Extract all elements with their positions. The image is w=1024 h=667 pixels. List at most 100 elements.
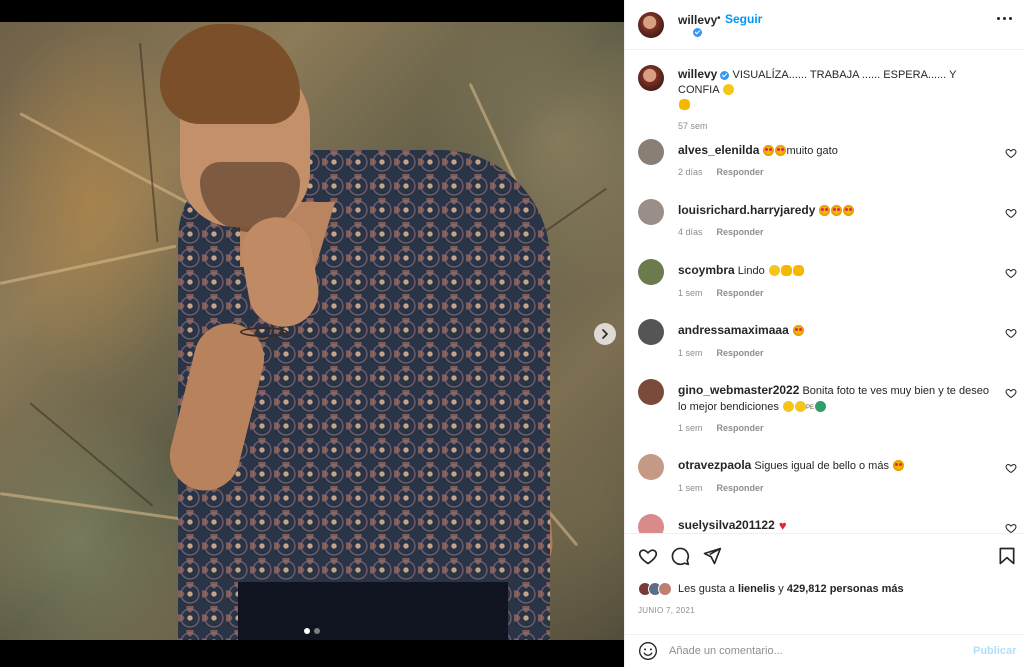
- comment-like-heart-icon[interactable]: [1005, 462, 1017, 474]
- flag-pe-icon: PE: [805, 405, 814, 411]
- commenter-avatar[interactable]: [638, 319, 664, 345]
- comment-meta: 4 días Responder: [678, 227, 764, 237]
- commenter-username[interactable]: scoymbra: [678, 263, 735, 277]
- carousel-dots: [0, 628, 624, 634]
- commenter-avatar[interactable]: [638, 454, 664, 480]
- likes-connector: y: [778, 583, 784, 595]
- more-options-icon[interactable]: [997, 17, 1012, 20]
- heart-eyes-emoji-icon: [843, 205, 855, 216]
- comment-timestamp[interactable]: 4 días: [678, 227, 703, 237]
- carousel-dot: [314, 628, 320, 634]
- astonished-emoji-icon: [768, 265, 780, 276]
- comment-timestamp[interactable]: 1 sem: [678, 483, 703, 493]
- heart-eyes-emoji-icon: [763, 145, 775, 156]
- comment-text: alves_elenilda muito gato: [678, 142, 998, 159]
- comment-timestamp[interactable]: 2 días: [678, 167, 703, 177]
- commenter-username[interactable]: suelysilva201122: [678, 518, 775, 532]
- verified-badge-icon: [693, 28, 702, 37]
- comment-like-heart-icon[interactable]: [1005, 387, 1017, 399]
- post-date[interactable]: JUNIO 7, 2021: [638, 606, 695, 615]
- chevron-right-icon: [602, 329, 608, 339]
- commenter-avatar[interactable]: [638, 139, 664, 165]
- model-figure: [0, 22, 624, 640]
- comment-text: scoymbra Lindo: [678, 262, 998, 279]
- commenter-username[interactable]: gino_webmaster2022: [678, 383, 799, 397]
- reply-button[interactable]: Responder: [717, 227, 764, 237]
- likes-user[interactable]: lienelis: [738, 583, 775, 595]
- comment-text: otravezpaola Sigues igual de bello o más: [678, 457, 998, 474]
- likes-text: Les gusta a lienelis y 429,812 personas …: [678, 583, 904, 595]
- heart-outline-icon[interactable]: [638, 546, 658, 566]
- post-header: willevy • Seguir: [625, 0, 1024, 50]
- likes-count[interactable]: 429,812: [787, 583, 827, 595]
- comment-meta: 1 sem Responder: [678, 348, 764, 358]
- carousel-dot-active: [304, 628, 310, 634]
- heart-eyes-emoji-icon: [792, 325, 804, 336]
- comment-meta: 1 sem Responder: [678, 288, 764, 298]
- globe-emoji-icon: [814, 401, 826, 412]
- smiley-icon[interactable]: [638, 641, 658, 661]
- comment-like-heart-icon[interactable]: [1005, 327, 1017, 339]
- reply-button[interactable]: Responder: [717, 288, 764, 298]
- comment-meta: 1 sem Responder: [678, 483, 764, 493]
- comment-body: muito gato: [786, 145, 838, 157]
- paper-plane-icon[interactable]: [702, 546, 722, 566]
- commenter-avatar[interactable]: [638, 259, 664, 285]
- reply-button[interactable]: Responder: [717, 348, 764, 358]
- comment-timestamp[interactable]: 1 sem: [678, 348, 703, 358]
- commenter-avatar[interactable]: [638, 379, 664, 405]
- comment-timestamp[interactable]: 1 sem: [678, 423, 703, 433]
- model-hair: [160, 24, 300, 124]
- author-avatar[interactable]: [638, 65, 664, 91]
- comment-like-heart-icon[interactable]: [1005, 267, 1017, 279]
- author-username[interactable]: willevy: [678, 13, 717, 27]
- heart-eyes-emoji-icon: [893, 460, 905, 471]
- caption-text: willevy VISUALÍZA...... TRABAJA ...... E…: [678, 67, 998, 113]
- comment-text: suelysilva201122: [678, 517, 998, 533]
- comment-text: gino_webmaster2022 Bonita foto te ves mu…: [678, 382, 998, 416]
- model-bracelet: [240, 327, 288, 337]
- comment-text: louisrichard.harryjaredy: [678, 202, 998, 219]
- carousel-next-button[interactable]: [594, 323, 616, 345]
- liker-avatar[interactable]: [658, 582, 672, 596]
- heart-eyes-emoji-icon: [831, 205, 843, 216]
- commenter-avatar[interactable]: [638, 199, 664, 225]
- post-media-panel: [0, 0, 624, 667]
- caption-username[interactable]: willevy: [678, 67, 717, 81]
- caption-timestamp[interactable]: 57 sem: [678, 121, 708, 131]
- author-avatar[interactable]: [638, 12, 664, 38]
- comment-like-heart-icon[interactable]: [1005, 522, 1017, 533]
- scream-emoji-icon: [679, 99, 690, 110]
- reply-button[interactable]: Responder: [717, 483, 764, 493]
- comment-text: andressamaximaaa: [678, 322, 998, 339]
- post-side-panel: willevy • Seguir willevy VISUALÍZA......…: [624, 0, 1024, 667]
- scream-emoji-icon: [792, 265, 804, 276]
- commenter-username[interactable]: otravezpaola: [678, 458, 751, 472]
- comment-timestamp[interactable]: 1 sem: [678, 288, 703, 298]
- add-comment-bar: Publicar: [625, 634, 1024, 667]
- comment-meta: 1 sem Responder: [678, 423, 764, 433]
- commenter-username[interactable]: alves_elenilda: [678, 143, 759, 157]
- post-photo[interactable]: [0, 22, 624, 640]
- comment-bubble-icon[interactable]: [670, 546, 690, 566]
- comment-input[interactable]: [669, 641, 959, 661]
- likes-suffix[interactable]: personas más: [830, 583, 904, 595]
- comment-meta: 2 días Responder: [678, 167, 764, 177]
- smile-emoji-icon: [782, 401, 794, 412]
- post-actions: Les gusta a lienelis y 429,812 personas …: [625, 533, 1024, 666]
- follow-button[interactable]: Seguir: [725, 12, 762, 26]
- comments-list[interactable]: willevy VISUALÍZA...... TRABAJA ...... E…: [625, 51, 1024, 533]
- comment-body: Lindo: [737, 265, 765, 277]
- likes-summary: Les gusta a lienelis y 429,812 personas …: [638, 581, 904, 597]
- comment-like-heart-icon[interactable]: [1005, 207, 1017, 219]
- commenter-username[interactable]: louisrichard.harryjaredy: [678, 203, 815, 217]
- reply-button[interactable]: Responder: [717, 167, 764, 177]
- bookmark-icon[interactable]: [997, 546, 1017, 566]
- publish-button[interactable]: Publicar: [973, 645, 1016, 657]
- comment-like-heart-icon[interactable]: [1005, 147, 1017, 159]
- commenter-username[interactable]: andressamaximaaa: [678, 323, 789, 337]
- red-heart-emoji-icon: [779, 518, 790, 533]
- reply-button[interactable]: Responder: [717, 423, 764, 433]
- header-separator: •: [717, 13, 721, 24]
- commenter-avatar[interactable]: [638, 514, 664, 533]
